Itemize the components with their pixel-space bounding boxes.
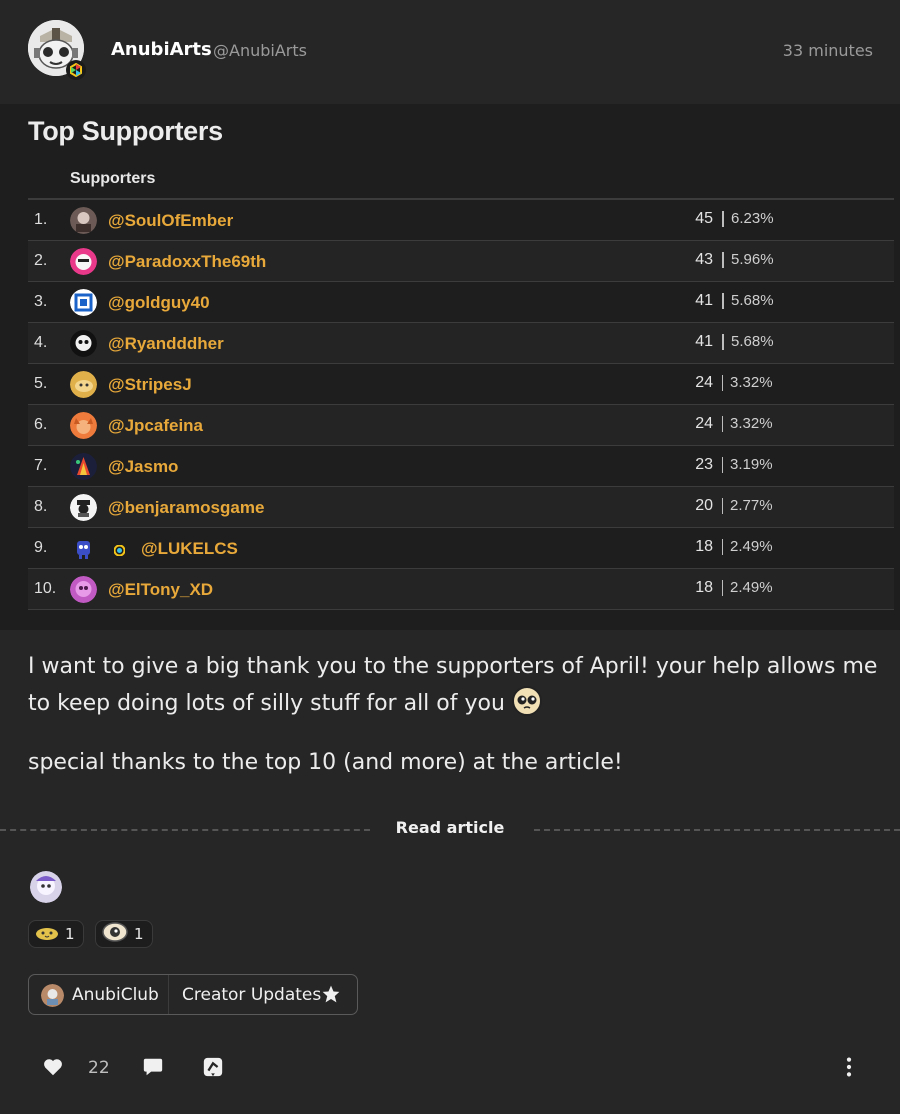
tag-divider [168,975,169,1014]
comment-button[interactable] [142,1056,164,1082]
supporter-rank: 1. [34,211,48,228]
supporter-avatar [70,207,97,234]
supporter-row: 3. @goldguy40 41 5.68% [28,282,894,323]
eye-emoji-icon [102,921,128,947]
post-image[interactable]: Top Supporters Supporters 1. @SoulOfEmbe… [0,104,900,630]
supporter-rank: 3. [34,293,48,310]
supporter-percent: 3.32% [722,416,773,432]
reactor-avatar[interactable] [30,871,62,903]
supporter-badge-icon [66,60,86,80]
supporter-avatar [70,248,97,275]
supporter-name: @Jpcafeina [108,416,204,435]
supporter-avatar [70,330,97,357]
supporter-rank: 2. [34,252,48,269]
supporter-rank: 9. [34,539,48,556]
share-button[interactable] [202,1056,224,1082]
reaction-count: 1 [65,925,75,943]
blob-emoji-icon [35,923,59,945]
supporter-name: @goldguy40 [108,293,210,312]
post-paragraph-2: special thanks to the top 10 (and more) … [28,750,623,775]
supporter-name: @Jasmo [108,457,179,476]
supporter-avatar [70,576,97,603]
like-count: 22 [88,1058,110,1078]
supporter-percent: 5.96% [722,252,774,268]
supporter-avatar [70,494,97,521]
pleading-emoji-icon [511,685,543,717]
supporter-percent: 6.23% [722,211,774,227]
supporter-row: 7. @Jasmo 23 3.19% [28,446,894,487]
supporter-name: @ElTony_XD [108,580,214,599]
supporter-count: 41 [695,292,713,309]
post-paragraph: I want to give a big thank you to the su… [28,648,878,722]
reaction-eye[interactable]: 1 [95,920,153,948]
supporter-avatar [70,371,97,398]
supporter-count: 45 [695,210,713,227]
supporter-percent: 2.49% [722,580,773,596]
supporter-row: 6. @Jpcafeina 24 3.32% [28,405,894,446]
dashed-divider [534,829,900,831]
share-icon [203,1057,223,1077]
read-article-button[interactable]: Read article [0,818,900,837]
supporter-percent: 3.32% [722,375,773,391]
supporter-count: 18 [695,579,713,596]
supporter-row: 1. @SoulOfEmber 45 6.23% [28,200,894,241]
author-handle[interactable]: @AnubiArts [213,41,307,60]
supporter-percent: 2.77% [722,498,773,514]
supporter-row: 2. @ParadoxxThe69th 43 5.96% [28,241,894,282]
supporter-rank: 6. [34,416,48,433]
supporter-rank: 5. [34,375,48,392]
club-tag[interactable]: AnubiClub [72,985,159,1005]
supporter-row: 4. @Ryandddher 41 5.68% [28,323,894,364]
supporter-percent: 3.19% [722,457,773,473]
supporter-count: 23 [695,456,713,473]
supporter-name: @LUKELCS [141,539,238,558]
supporter-badge-icon [113,543,126,557]
supporter-name: @StripesJ [108,375,192,394]
post-actions: 22 [0,1050,900,1086]
supporter-name: @Ryandddher [108,334,224,353]
supporter-percent: 5.68% [722,334,774,350]
supporter-row: 9. @LUKELCS 18 2.49% [28,528,894,569]
supporter-count: 20 [695,497,713,514]
post-timestamp[interactable]: 33 minutes [783,41,873,60]
like-button[interactable] [42,1056,64,1082]
supporter-avatar [70,453,97,480]
supporter-rank: 4. [34,334,48,351]
comment-icon [143,1058,163,1076]
post-tags: AnubiClub Creator Updates [28,974,358,1015]
more-vertical-icon [846,1057,852,1077]
supporter-count: 41 [695,333,713,350]
supporter-name: @SoulOfEmber [108,211,234,230]
supporter-row: 5. @StripesJ 24 3.32% [28,364,894,405]
supporter-avatar [70,412,97,439]
read-article-row: Read article [0,812,900,846]
image-title: Top Supporters [28,116,223,146]
heart-icon [44,1059,62,1076]
post-header: AnubiArts @AnubiArts 33 minutes [0,0,900,104]
more-options-button[interactable] [838,1056,860,1082]
supporter-avatar [70,535,97,562]
club-avatar [41,984,64,1007]
supporter-avatar [70,289,97,316]
supporter-count: 18 [695,538,713,555]
supporter-rank: 7. [34,457,48,474]
supporter-count: 24 [695,415,713,432]
supporter-percent: 2.49% [722,539,773,555]
reaction-blob[interactable]: 1 [28,920,84,948]
supporter-name: @ParadoxxThe69th [108,252,267,271]
supporter-rank: 10. [34,580,57,597]
collection-tag[interactable]: Creator Updates [182,985,321,1005]
author-name[interactable]: AnubiArts [111,39,212,60]
supporter-row: 8. @benjaramosgame 20 2.77% [28,487,894,528]
supporters-column-header: Supporters [70,170,156,187]
post-paragraph-text: I want to give a big thank you to the su… [28,654,878,716]
supporter-row: 10. @ElTony_XD 18 2.49% [28,569,894,610]
star-icon [321,984,341,1008]
supporter-count: 24 [695,374,713,391]
reaction-count: 1 [134,925,144,943]
supporter-count: 43 [695,251,713,268]
supporter-percent: 5.68% [722,293,774,309]
supporter-name: @benjaramosgame [108,498,265,517]
supporter-rank: 8. [34,498,48,515]
